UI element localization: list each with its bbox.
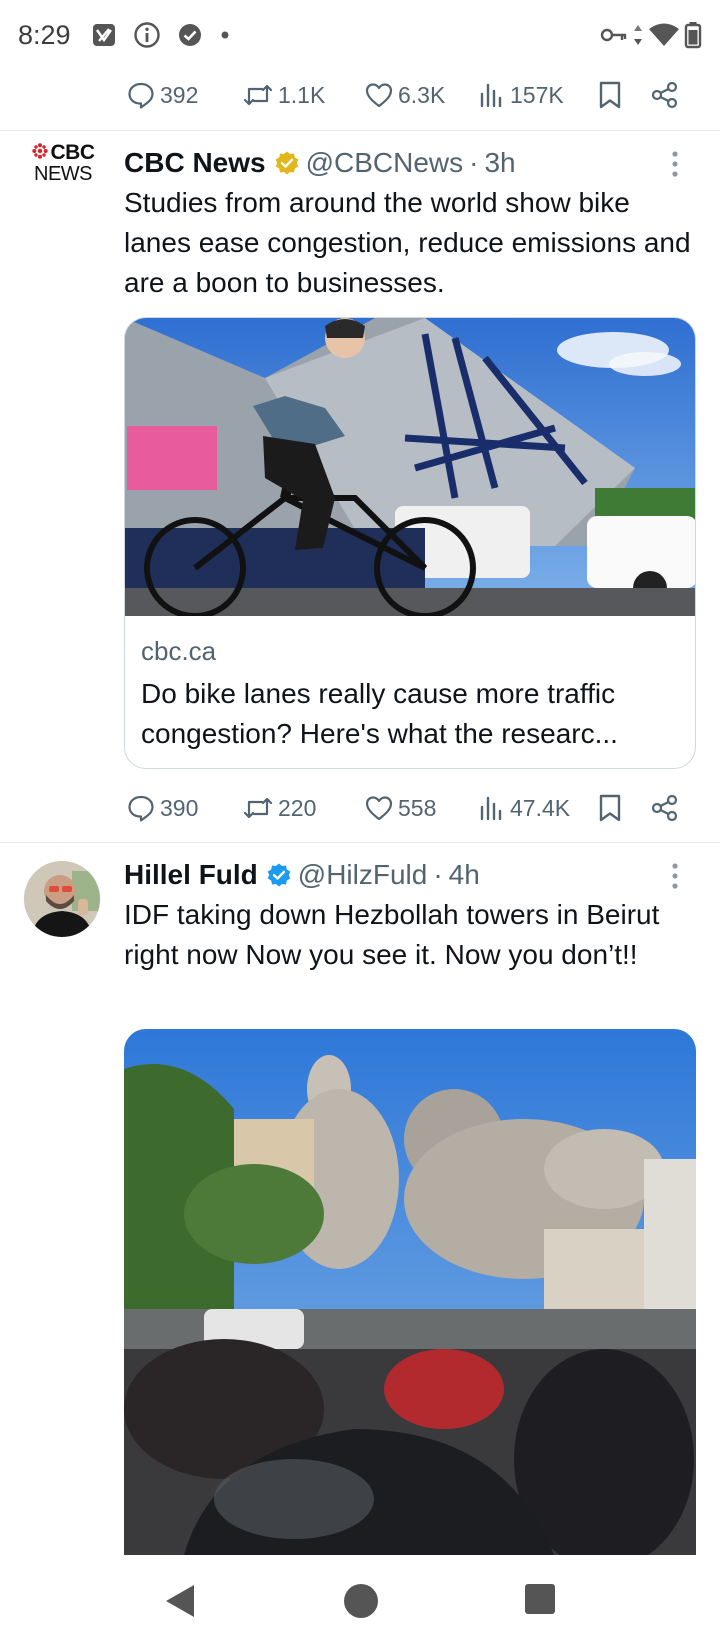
- repost-icon: [242, 793, 274, 823]
- tweet-cbc-news[interactable]: CBC NEWS CBC News @CBCNews · 3h Studies …: [0, 131, 720, 841]
- avatar-logo-text-top: CBC: [50, 141, 96, 164]
- status-icons-left: [91, 21, 231, 49]
- check-circle-icon: [177, 22, 203, 48]
- separator: ·: [469, 147, 479, 178]
- system-nav-bar: [0, 1555, 720, 1650]
- reply-button[interactable]: 390: [126, 793, 198, 823]
- data-arrows-icon: [632, 23, 644, 47]
- heart-icon: [364, 80, 394, 110]
- card-image: [125, 318, 695, 619]
- author-handle[interactable]: @HilzFuld: [298, 855, 428, 895]
- author-name[interactable]: CBC News: [124, 143, 266, 183]
- card-title: Do bike lanes really cause more traffic …: [141, 678, 618, 749]
- prev-tweet-action-bar: 392 1.1K 6.3K 157K: [118, 70, 688, 120]
- bookmark-icon: [596, 793, 624, 823]
- reply-count: 392: [160, 81, 199, 108]
- repost-button[interactable]: 220: [242, 793, 316, 823]
- reply-icon: [126, 793, 156, 823]
- like-count: 6.3K: [398, 81, 446, 108]
- views-button[interactable]: 47.4K: [478, 793, 570, 823]
- tweet-text: Studies from around the world show bike …: [124, 187, 691, 298]
- reply-count: 390: [160, 794, 199, 821]
- status-icons-right: [600, 21, 702, 49]
- vpn-key-icon: [600, 25, 628, 45]
- author-handle[interactable]: @CBCNews: [306, 143, 464, 183]
- tweet-header: Hillel Fuld @HilzFuld · 4h: [124, 855, 480, 895]
- reply-icon: [126, 80, 156, 110]
- repost-button[interactable]: 1.1K: [242, 80, 325, 110]
- like-count: 558: [398, 794, 437, 821]
- tweet-hillel-fuld[interactable]: Hillel Fuld @HilzFuld · 4h IDF taking do…: [0, 843, 720, 1555]
- recents-icon[interactable]: [524, 1583, 556, 1620]
- tweet-video[interactable]: [124, 1029, 696, 1555]
- link-card[interactable]: cbc.ca Do bike lanes really cause more t…: [124, 317, 696, 769]
- dot-icon: [219, 29, 231, 41]
- views-count: 47.4K: [510, 794, 571, 821]
- avatar-logo-text-bottom: NEWS: [34, 163, 93, 185]
- avatar[interactable]: CBC NEWS: [28, 141, 98, 213]
- status-time: 8:29: [18, 19, 71, 50]
- heart-icon: [364, 793, 394, 823]
- repost-count: 1.1K: [278, 81, 326, 108]
- author-name[interactable]: Hillel Fuld: [124, 855, 258, 895]
- status-bar: 8:29: [0, 0, 720, 70]
- info-icon: [133, 21, 161, 49]
- notification-icon: [91, 22, 117, 48]
- avatar-logo-top: CBC: [31, 141, 96, 164]
- share-button[interactable]: [650, 80, 680, 110]
- verified-blue-icon: [266, 862, 292, 888]
- back-icon[interactable]: [164, 1583, 196, 1624]
- share-icon: [650, 80, 680, 110]
- cbc-gem-icon: [31, 143, 48, 163]
- share-button[interactable]: [650, 793, 680, 823]
- repost-icon: [242, 80, 274, 110]
- views-icon: [478, 793, 506, 823]
- bookmark-button[interactable]: [596, 80, 624, 110]
- repost-count: 220: [278, 794, 317, 821]
- home-icon[interactable]: [343, 1583, 379, 1624]
- tweet-text: IDF taking down Hezbollah towers in Beir…: [124, 899, 660, 970]
- timestamp[interactable]: 4h: [449, 855, 480, 895]
- avatar[interactable]: [24, 861, 100, 937]
- bookmark-icon: [596, 80, 624, 110]
- timestamp[interactable]: 3h: [484, 143, 515, 183]
- like-button[interactable]: 6.3K: [364, 80, 445, 110]
- reply-button[interactable]: 392: [126, 80, 198, 110]
- battery-icon: [684, 21, 702, 49]
- views-button[interactable]: 157K: [478, 80, 564, 110]
- tweet-action-bar: 390 220 558 47.4K: [118, 783, 688, 833]
- bookmark-button[interactable]: [596, 793, 624, 823]
- views-icon: [478, 80, 506, 110]
- card-domain: cbc.ca: [141, 636, 217, 666]
- tweet-header: CBC News @CBCNews · 3h: [124, 143, 516, 183]
- views-count: 157K: [510, 81, 564, 108]
- separator: ·: [433, 859, 443, 890]
- like-button[interactable]: 558: [364, 793, 436, 823]
- more-options-icon[interactable]: [670, 861, 680, 896]
- more-options-icon[interactable]: [670, 149, 680, 184]
- verified-gold-icon: [274, 150, 300, 176]
- wifi-icon: [648, 22, 680, 48]
- share-icon: [650, 793, 680, 823]
